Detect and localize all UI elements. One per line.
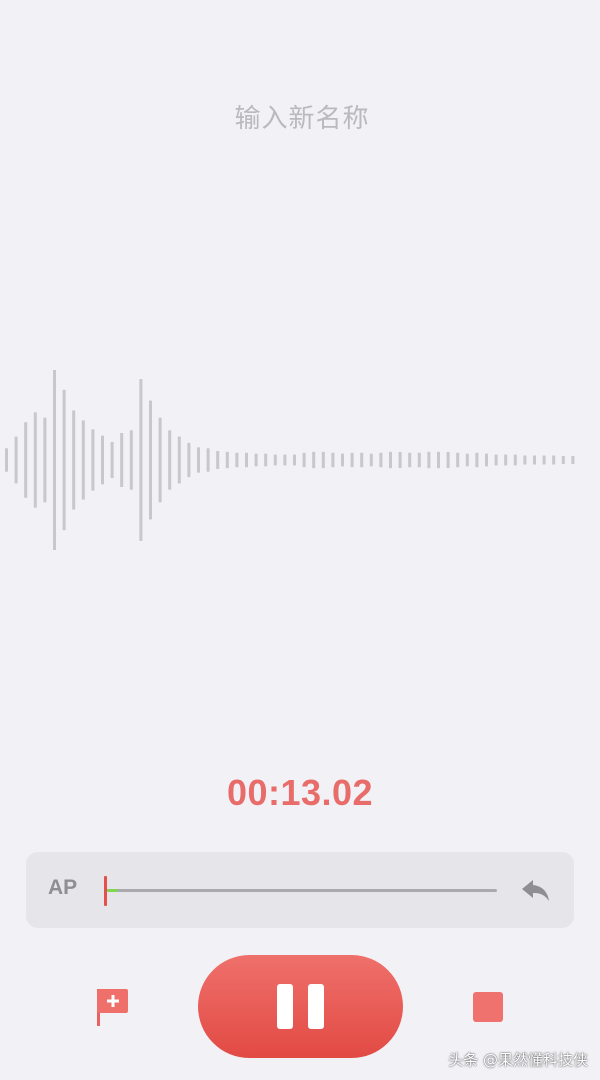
waveform-bar [216, 451, 220, 469]
waveform-bar [293, 454, 296, 466]
waveform-bar [561, 456, 565, 464]
waveform-bar [81, 420, 85, 500]
waveform-bar [427, 451, 431, 469]
waveform-bar [485, 453, 488, 467]
waveform-bar [129, 430, 133, 490]
waveform-bar [465, 453, 469, 467]
add-marker-button[interactable] [92, 986, 132, 1028]
playback-track[interactable] [106, 889, 497, 892]
waveform-bar [206, 448, 210, 472]
waveform-bar [158, 417, 162, 503]
waveform-bar [24, 422, 28, 498]
waveform-bar [120, 433, 124, 487]
waveform-bar [72, 410, 76, 510]
waveform-bar [446, 451, 450, 469]
waveform-bar [379, 452, 383, 468]
waveform-bar [504, 454, 508, 466]
waveform-bar [389, 451, 392, 469]
ab-repeat-bar: AP [26, 852, 574, 928]
waveform-bar [273, 454, 277, 466]
waveform-bar [149, 400, 152, 520]
waveform-bar [542, 455, 546, 465]
waveform-bar [33, 412, 37, 508]
waveform-bar [408, 452, 412, 468]
pause-icon-bar [308, 984, 324, 1029]
waveform-bar [417, 452, 421, 468]
waveform-bar [197, 447, 200, 473]
waveform-bar [5, 448, 8, 472]
audio-waveform [5, 370, 575, 550]
waveform-bar [552, 455, 556, 465]
waveform-bar [254, 453, 258, 467]
waveform-bar [350, 452, 354, 468]
watermark-text: 头条 @果然懂科技侠 [448, 1051, 588, 1069]
waveform-bar [331, 452, 335, 468]
waveform-bar [513, 454, 517, 466]
pause-button[interactable] [198, 955, 403, 1058]
playhead-handle[interactable] [104, 876, 107, 906]
waveform-bar [235, 452, 239, 468]
waveform-bar [110, 442, 114, 478]
waveform-bar [369, 453, 373, 467]
waveform-bar [43, 417, 47, 503]
waveform-bar [475, 452, 479, 468]
waveform-bar [91, 429, 95, 491]
waveform-bar [533, 455, 536, 465]
waveform-bar [264, 453, 268, 467]
waveform-bar [302, 452, 306, 468]
reply-button[interactable] [518, 872, 554, 908]
waveform-bar [456, 452, 460, 468]
waveform-bar [168, 430, 172, 490]
waveform-bar [14, 436, 18, 484]
voice-recorder-screen: 00:13.02 AP 头条 @果然懂科技侠 [0, 0, 600, 1080]
pause-icon [277, 984, 293, 1029]
waveform-bar [360, 452, 364, 468]
add-flag-icon [97, 989, 128, 1026]
waveform-bar [225, 451, 229, 469]
waveform-bar [101, 435, 104, 485]
waveform-bar [571, 456, 575, 464]
waveform-bar [312, 451, 316, 469]
stop-button[interactable] [473, 992, 503, 1022]
waveform-bar [245, 452, 248, 468]
waveform-bar [283, 454, 287, 466]
waveform-bar [494, 454, 498, 466]
waveform-bar [341, 453, 344, 467]
ab-repeat-label[interactable]: AP [48, 876, 77, 900]
reply-arrow-icon [522, 880, 549, 901]
waveform-bar [523, 455, 527, 465]
waveform-bar [187, 442, 191, 478]
waveform-bar [53, 370, 56, 550]
elapsed-time: 00:13.02 [226, 772, 374, 813]
playback-progress-fill [106, 889, 118, 892]
waveform-bar [177, 436, 181, 484]
waveform-bar [437, 451, 440, 469]
waveform-bar [62, 389, 66, 531]
waveform-bar [321, 451, 325, 469]
waveform-bar [398, 451, 402, 469]
waveform-bar [139, 379, 143, 541]
recording-name-input[interactable] [100, 96, 504, 142]
